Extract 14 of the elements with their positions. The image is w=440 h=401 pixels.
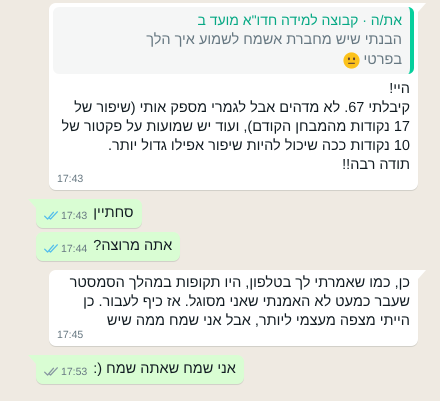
quote-text: בפרטי	[364, 51, 402, 70]
quote-text: הבנתי שיש מחברת אשמח לשמוע איך הלך	[146, 31, 402, 50]
quote-author: את/ה · קבוצה למידה חדו"א מועד ב	[197, 11, 402, 30]
message-text: היי! קיבלתי 67. לא מדהים אבל לגמרי מספק אותי (שיפור של 17 נקודות מהמבחן הקודם), ועוד יש שמועות על פקטור של 10 נקודות ככה שיכול להיות שיפור אפילו גדול יותר. תודה רבה!!	[60, 80, 410, 174]
message-text: כן, כמו שאמרתי לך בטלפון, היו תקופות במהלך הסמסטר שעבר כמעט לא האמנתי שאני מסוגל. אז כיף לעבור. כן הייתי מצפה מעצמי ליותר, אבל אני שמח ממה שיש	[68, 274, 410, 330]
message-time: 17:43	[61, 209, 88, 223]
message-time: 17:43	[57, 172, 84, 186]
message-time: 17:53	[61, 365, 88, 379]
quoted-message[interactable]: את/ה · קבוצה למידה חדו"א מועד ב הבנתי שיש מחברת אשמח לשמוע איך הלך בפרטי	[53, 7, 414, 74]
message-time: 17:45	[57, 328, 84, 342]
message-text: סחתיין	[93, 204, 134, 223]
message-text: אתה מרוצה?	[93, 237, 172, 256]
message-text: אני שמח שאתה שמח (:	[93, 360, 236, 379]
message-time: 17:44	[61, 242, 88, 256]
